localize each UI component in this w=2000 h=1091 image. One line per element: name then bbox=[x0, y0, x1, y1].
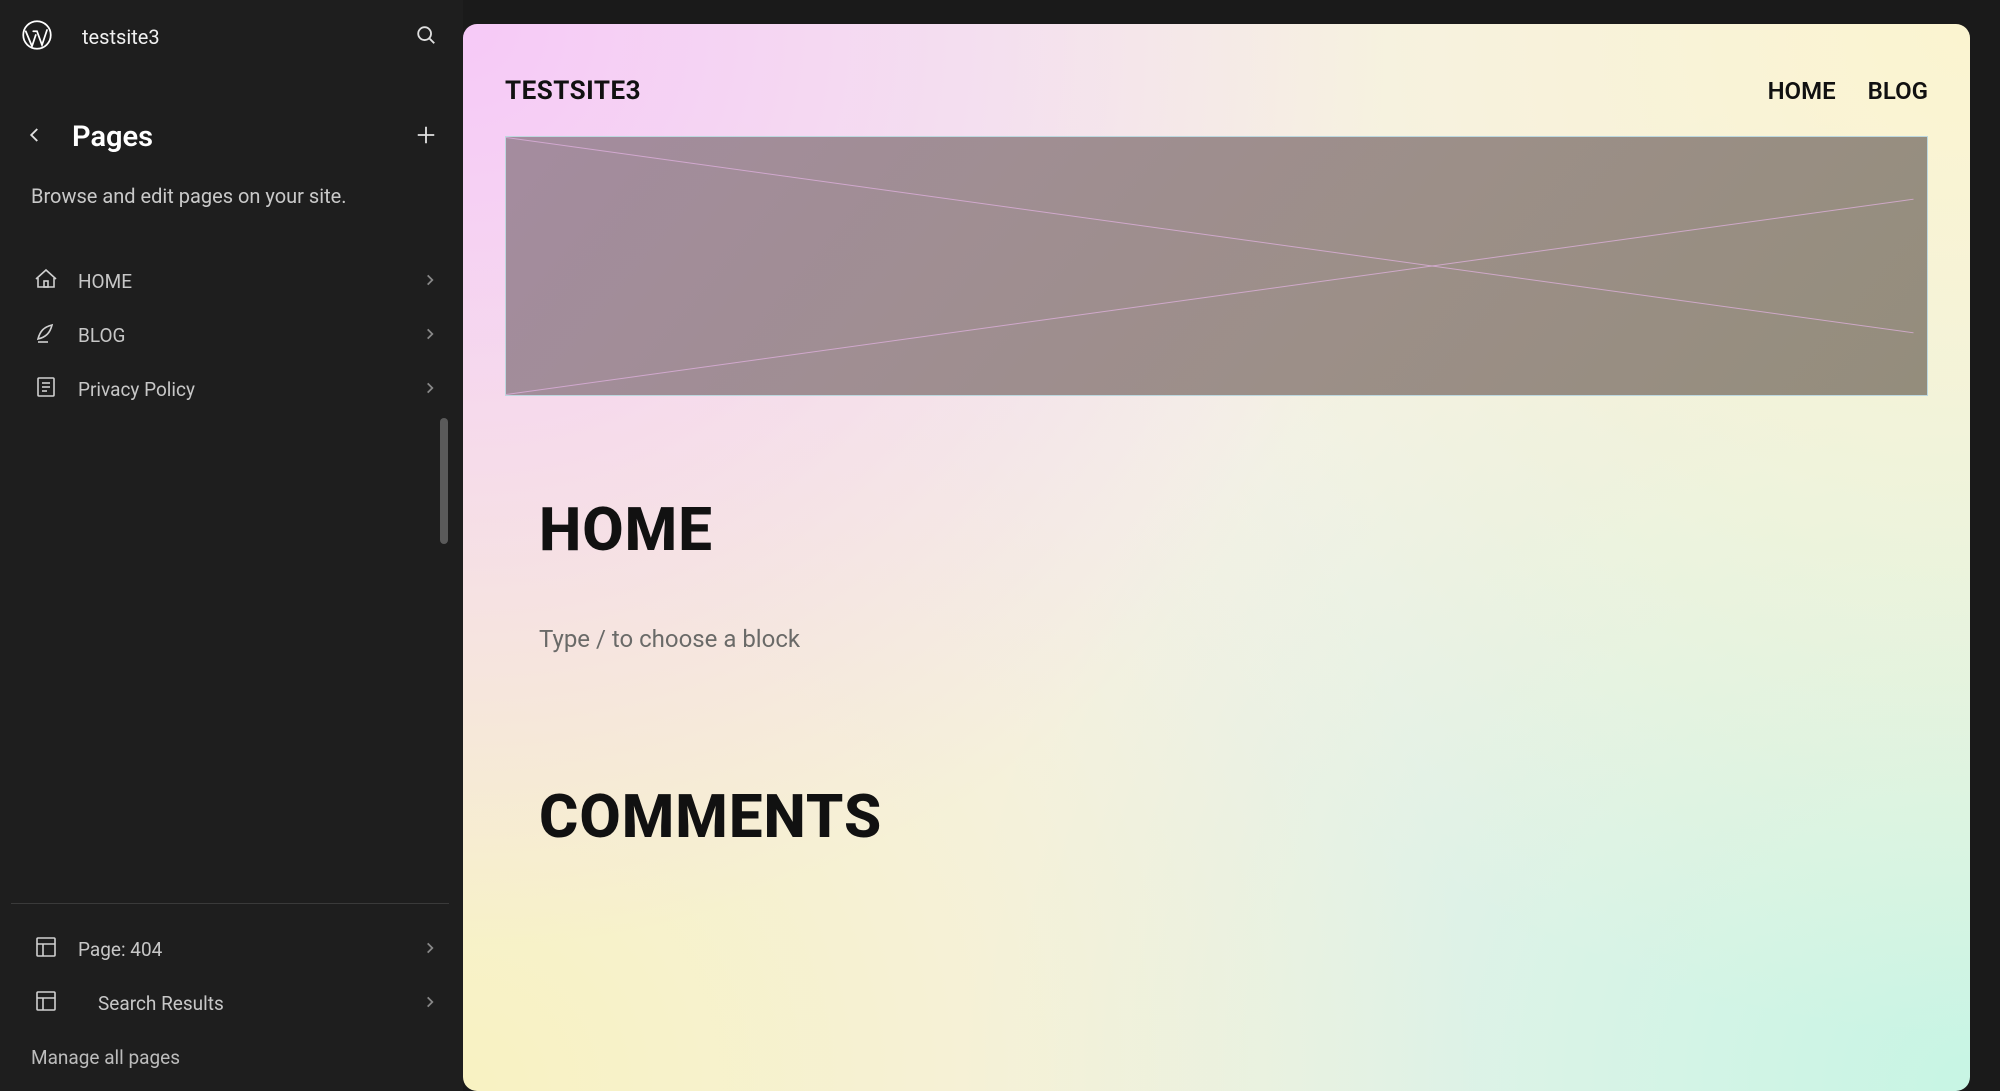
block-inserter-prompt[interactable]: Type / to choose a block bbox=[539, 625, 1970, 653]
featured-image-placeholder[interactable] bbox=[505, 136, 1928, 396]
site-name[interactable]: testsite3 bbox=[82, 25, 160, 49]
page-title[interactable]: HOME bbox=[539, 494, 1970, 565]
editor-sidebar: testsite3 Pages Browse and edit pages on… bbox=[0, 0, 463, 1091]
sidebar-item-privacy-policy[interactable]: Privacy Policy bbox=[0, 362, 463, 416]
pages-list: HOME BLOG bbox=[0, 218, 463, 416]
wordpress-logo-icon[interactable] bbox=[22, 20, 52, 54]
sidebar-item-blog[interactable]: BLOG bbox=[0, 308, 463, 362]
sidebar-item-label: Page: 404 bbox=[78, 938, 162, 961]
chevron-right-icon bbox=[423, 272, 437, 291]
nav-link-home[interactable]: HOME bbox=[1768, 77, 1836, 105]
search-icon[interactable] bbox=[415, 24, 437, 50]
section-header: Pages bbox=[0, 72, 463, 168]
chevron-right-icon bbox=[423, 326, 437, 345]
sidebar-top-bar: testsite3 bbox=[0, 0, 463, 72]
sidebar-item-label: BLOG bbox=[78, 324, 125, 347]
sidebar-item-page-404[interactable]: Page: 404 bbox=[0, 922, 463, 976]
sidebar-item-label: Search Results bbox=[98, 992, 224, 1015]
section-description: Browse and edit pages on your site. bbox=[0, 168, 463, 218]
sidebar-item-label: HOME bbox=[78, 270, 132, 293]
template-list: Page: 404 Search Results bbox=[0, 914, 463, 1030]
sidebar-item-search-results[interactable]: Search Results bbox=[0, 976, 463, 1030]
add-page-icon[interactable] bbox=[415, 124, 437, 150]
comments-heading[interactable]: COMMENTS bbox=[539, 781, 1970, 852]
back-icon[interactable] bbox=[26, 126, 44, 148]
pen-icon bbox=[34, 321, 58, 349]
preview-wrap: TESTSITE3 HOME BLOG HOME Type / to choos… bbox=[463, 0, 2000, 1091]
sidebar-item-home[interactable]: HOME bbox=[0, 254, 463, 308]
manage-all-pages-link[interactable]: Manage all pages bbox=[0, 1030, 463, 1091]
page-preview-canvas[interactable]: TESTSITE3 HOME BLOG HOME Type / to choos… bbox=[463, 24, 1970, 1091]
site-nav: HOME BLOG bbox=[1768, 77, 1928, 105]
sidebar-item-label: Privacy Policy bbox=[78, 378, 195, 401]
scrollbar-thumb[interactable] bbox=[440, 418, 448, 544]
divider bbox=[11, 903, 449, 904]
chevron-right-icon bbox=[423, 994, 437, 1013]
site-header: TESTSITE3 HOME BLOG bbox=[463, 24, 1970, 136]
layout-icon bbox=[34, 935, 58, 963]
page-icon bbox=[34, 375, 58, 403]
site-brand[interactable]: TESTSITE3 bbox=[505, 76, 641, 106]
site-identity[interactable]: testsite3 bbox=[22, 20, 160, 54]
nav-link-blog[interactable]: BLOG bbox=[1868, 77, 1928, 105]
layout-icon bbox=[34, 989, 58, 1017]
chevron-right-icon bbox=[423, 940, 437, 959]
home-icon bbox=[34, 267, 58, 295]
section-title: Pages bbox=[72, 120, 153, 154]
chevron-right-icon bbox=[423, 380, 437, 399]
